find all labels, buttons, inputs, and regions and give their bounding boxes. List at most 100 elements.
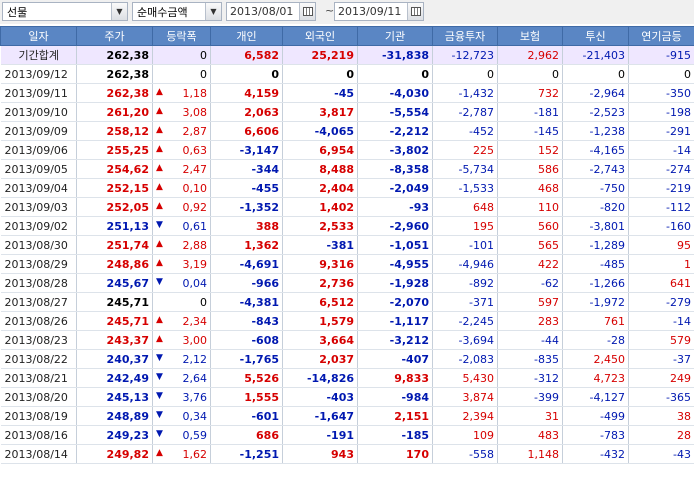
table-row[interactable]: 2013/08/26 245,71 ▲ 2,34 -843 1,579 -1,117 -2,2… bbox=[0, 311, 694, 331]
change-cell: ▲ 1,18 bbox=[152, 83, 211, 103]
fin-cell: -2,245 bbox=[432, 311, 498, 331]
indiv-cell: 4,159 bbox=[210, 83, 283, 103]
foreign-cell: -403 bbox=[282, 387, 358, 407]
foreign-cell: 1,579 bbox=[282, 311, 358, 331]
start-date-field[interactable]: 2013/08/01 bbox=[226, 2, 316, 21]
inst-cell: -407 bbox=[357, 349, 433, 369]
table-row[interactable]: 2013/08/23 243,37 ▲ 3,00 -608 3,664 -3,212 -3,6… bbox=[0, 330, 694, 350]
trust-cell: -21,403 bbox=[562, 45, 629, 65]
inst-cell: -2,960 bbox=[357, 216, 433, 236]
foreign-cell: -14,826 bbox=[282, 368, 358, 388]
investor-trading-table: 일자 주가 등락폭 개인 외국인 기관 금융투자 보험 투신 연기금등 기간합계 262,38 0 6,… bbox=[0, 26, 694, 464]
date-cell: 2013/09/12 bbox=[0, 64, 77, 84]
price-cell: 255,25 bbox=[76, 140, 153, 160]
column-header[interactable]: 외국인 bbox=[282, 26, 358, 46]
column-header[interactable]: 금융투자 bbox=[432, 26, 498, 46]
table-row[interactable]: 2013/09/02 251,13 ▼ 0,61 388 2,533 -2,960 195 56… bbox=[0, 216, 694, 236]
table-row[interactable]: 2013/09/03 252,05 ▲ 0,92 -1,352 1,402 -93 648 11… bbox=[0, 197, 694, 217]
price-cell: 245,71 bbox=[76, 311, 153, 331]
table-row[interactable]: 2013/08/30 251,74 ▲ 2,88 1,362 -381 -1,051 -101… bbox=[0, 235, 694, 255]
column-header[interactable]: 개인 bbox=[210, 26, 283, 46]
summary-row[interactable]: 기간합계 262,38 0 6,582 25,219 -31,838 -12,723 2,96… bbox=[0, 45, 694, 65]
metric-select[interactable]: 순매수금액 ▼ bbox=[132, 2, 222, 21]
inst-cell: 0 bbox=[357, 64, 433, 84]
ins-cell: -181 bbox=[497, 102, 563, 122]
change-value: 0,59 bbox=[182, 428, 208, 442]
fin-cell: 5,430 bbox=[432, 368, 498, 388]
column-header[interactable]: 연기금등 bbox=[628, 26, 694, 46]
date-cell: 2013/08/21 bbox=[0, 368, 77, 388]
trust-cell: -432 bbox=[562, 444, 629, 464]
triangle-up-icon: ▲ bbox=[156, 448, 163, 458]
table-row[interactable]: 2013/09/05 254,62 ▲ 2,47 -344 8,488 -8,358 -5,7… bbox=[0, 159, 694, 179]
ins-cell: 1,148 bbox=[497, 444, 563, 464]
date-cell: 2013/09/09 bbox=[0, 121, 77, 141]
inst-cell: -93 bbox=[357, 197, 433, 217]
pension-cell: -365 bbox=[628, 387, 694, 407]
table-row[interactable]: 2013/08/28 245,67 ▼ 0,04 -966 2,736 -1,928 -892… bbox=[0, 273, 694, 293]
fin-cell: -12,723 bbox=[432, 45, 498, 65]
table-row[interactable]: 2013/08/22 240,37 ▼ 2,12 -1,765 2,037 -407 -2,0… bbox=[0, 349, 694, 369]
pension-cell: 249 bbox=[628, 368, 694, 388]
change-value: 0,92 bbox=[182, 200, 208, 214]
change-cell: ▲ 2,88 bbox=[152, 235, 211, 255]
table-header-row: 일자 주가 등락폭 개인 외국인 기관 금융투자 보험 투신 연기금등 bbox=[0, 26, 694, 46]
chevron-down-icon[interactable]: ▼ bbox=[111, 3, 127, 20]
foreign-cell: -191 bbox=[282, 425, 358, 445]
ins-cell: 422 bbox=[497, 254, 563, 274]
table-row[interactable]: 2013/09/11 262,38 ▲ 1,18 4,159 -45 -4,030 -1,43… bbox=[0, 83, 694, 103]
column-header[interactable]: 등락폭 bbox=[152, 26, 211, 46]
pension-cell: 579 bbox=[628, 330, 694, 350]
indiv-cell: -4,691 bbox=[210, 254, 283, 274]
foreign-cell: 9,316 bbox=[282, 254, 358, 274]
foreign-cell: 1,402 bbox=[282, 197, 358, 217]
inst-cell: -8,358 bbox=[357, 159, 433, 179]
toolbar: 선물 ▼ 순매수금액 ▼ 2013/08/01 ~ 2013/09/11 bbox=[0, 0, 694, 24]
table-row[interactable]: 2013/08/19 248,89 ▼ 0,34 -601 -1,647 2,151 2,39… bbox=[0, 406, 694, 426]
table-row[interactable]: 2013/08/16 249,23 ▼ 0,59 686 -191 -185 109 483 -7… bbox=[0, 425, 694, 445]
table-row[interactable]: 2013/08/21 242,49 ▼ 2,64 5,526 -14,826 9,833 5,… bbox=[0, 368, 694, 388]
ins-cell: -399 bbox=[497, 387, 563, 407]
table-row[interactable]: 2013/08/20 245,13 ▼ 3,76 1,555 -403 -984 3,874-… bbox=[0, 387, 694, 407]
indiv-cell: -1,352 bbox=[210, 197, 283, 217]
change-value: 2,88 bbox=[182, 238, 208, 252]
fin-cell: -1,432 bbox=[432, 83, 498, 103]
column-header[interactable]: 보험 bbox=[497, 26, 563, 46]
change-value: 3,00 bbox=[182, 333, 208, 347]
column-header[interactable]: 주가 bbox=[76, 26, 153, 46]
price-cell: 262,38 bbox=[76, 64, 153, 84]
indiv-cell: 0 bbox=[210, 64, 283, 84]
column-header[interactable]: 기관 bbox=[357, 26, 433, 46]
calendar-icon[interactable] bbox=[407, 3, 423, 20]
table-row[interactable]: 2013/09/04 252,15 ▲ 0,10 -455 2,404 -2,049 -1,5… bbox=[0, 178, 694, 198]
table-row[interactable]: 2013/09/12 262,38 0 0 0 0 0 0 0 0 bbox=[0, 64, 694, 84]
calendar-icon[interactable] bbox=[299, 3, 315, 20]
end-date-field[interactable]: 2013/09/11 bbox=[334, 2, 424, 21]
triangle-up-icon: ▲ bbox=[156, 144, 163, 154]
triangle-down-icon: ▼ bbox=[156, 391, 163, 401]
table-row[interactable]: 2013/09/10 261,20 ▲ 3,08 2,063 3,817 -5,554 -2,… bbox=[0, 102, 694, 122]
table-row[interactable]: 2013/08/29 248,86 ▲ 3,19 -4,691 9,316 -4,955 -4… bbox=[0, 254, 694, 274]
indiv-cell: -344 bbox=[210, 159, 283, 179]
change-cell: ▼ 0,34 bbox=[152, 406, 211, 426]
indiv-cell: -455 bbox=[210, 178, 283, 198]
table-row[interactable]: 2013/09/09 258,12 ▲ 2,87 6,606 -4,065 -2,212 -4… bbox=[0, 121, 694, 141]
indiv-cell: -966 bbox=[210, 273, 283, 293]
market-select[interactable]: 선물 ▼ bbox=[2, 2, 128, 21]
column-header[interactable]: 투신 bbox=[562, 26, 629, 46]
change-cell: ▲ 1,62 bbox=[152, 444, 211, 464]
table-row[interactable]: 2013/08/14 249,82 ▲ 1,62 -1,251 943 170 -558 1,1… bbox=[0, 444, 694, 464]
date-cell: 2013/08/27 bbox=[0, 292, 77, 312]
chevron-down-icon[interactable]: ▼ bbox=[205, 3, 221, 20]
table-row[interactable]: 2013/09/06 255,25 ▲ 0,63 -3,147 6,954 -3,802 22… bbox=[0, 140, 694, 160]
pension-cell: -915 bbox=[628, 45, 694, 65]
date-cell: 2013/09/11 bbox=[0, 83, 77, 103]
pension-cell: 1 bbox=[628, 254, 694, 274]
column-header[interactable]: 일자 bbox=[0, 26, 77, 46]
triangle-up-icon: ▲ bbox=[156, 334, 163, 344]
table-row[interactable]: 2013/08/27 245,71 0 -4,381 6,512 -2,070 -371 59… bbox=[0, 292, 694, 312]
inst-cell: 2,151 bbox=[357, 406, 433, 426]
price-cell: 248,89 bbox=[76, 406, 153, 426]
inst-cell: -5,554 bbox=[357, 102, 433, 122]
change-cell: ▼ 0,04 bbox=[152, 273, 211, 293]
